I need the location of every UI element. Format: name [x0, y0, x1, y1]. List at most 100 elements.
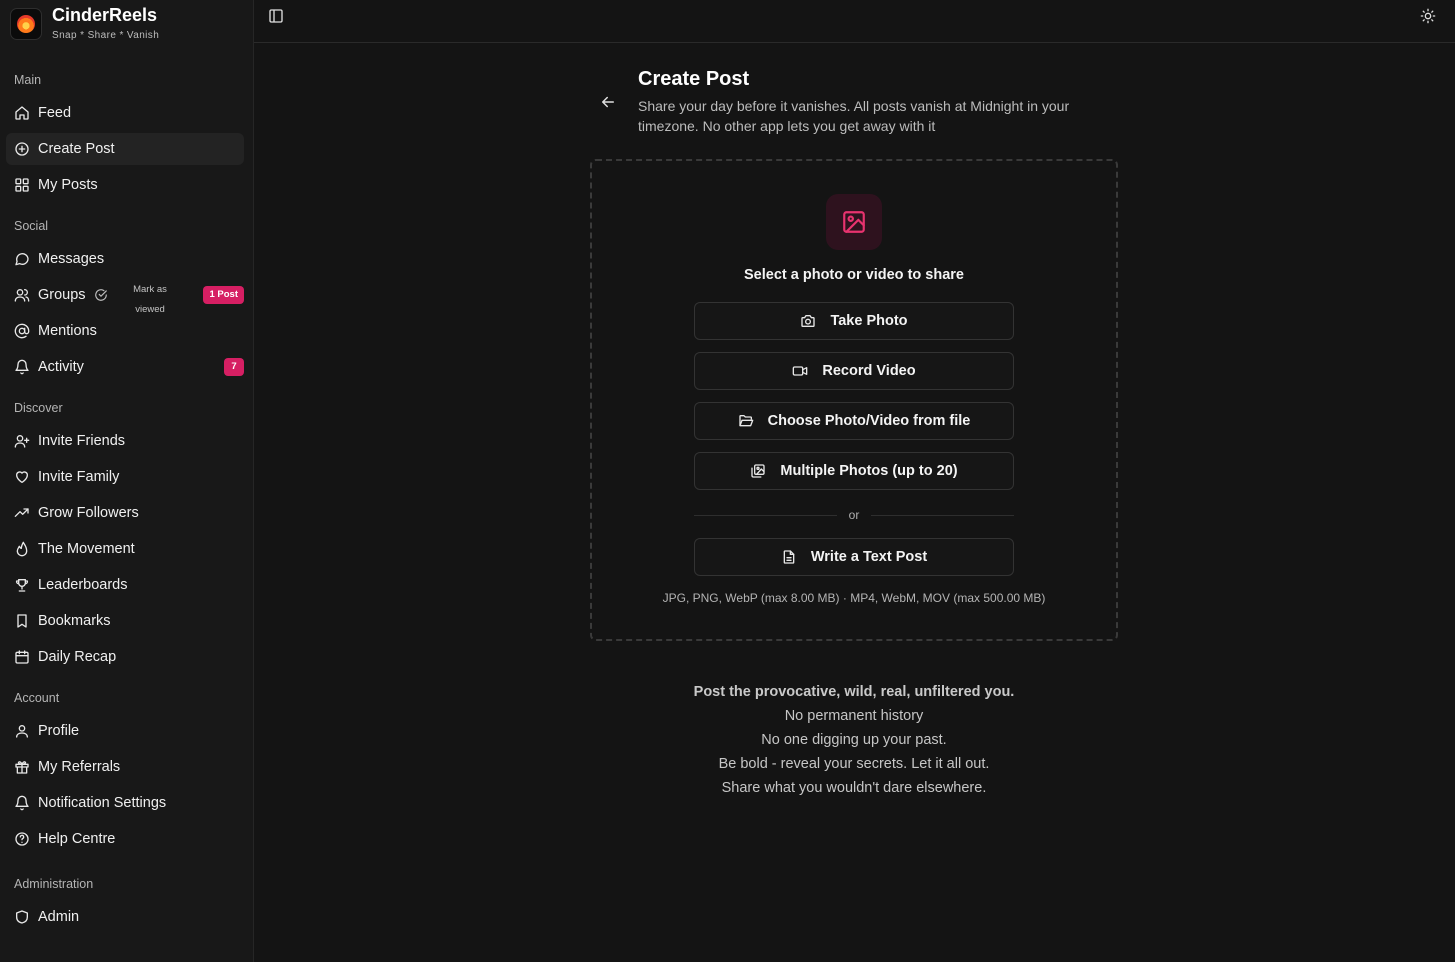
motto-line: No permanent history	[784, 708, 924, 724]
section-label-administration: Administration	[14, 877, 94, 891]
home-icon	[14, 105, 30, 121]
file-text-icon	[781, 549, 797, 565]
section-label-discover: Discover	[14, 401, 63, 415]
sidebar-item-my-posts[interactable]: My Posts	[6, 169, 244, 201]
multiple-photos-button[interactable]: Multiple Photos (up to 20)	[694, 452, 1014, 490]
button-label: Multiple Photos (up to 20)	[780, 463, 958, 479]
app-tagline: Snap * Share * Vanish	[52, 30, 160, 41]
upload-dropzone[interactable]: Select a photo or video to share Take Ph…	[590, 159, 1118, 641]
flame-icon	[14, 541, 30, 557]
check-circle-icon[interactable]	[94, 288, 108, 302]
supported-formats: JPG, PNG, WebP (max 8.00 MB) · MP4, WebM…	[662, 591, 1046, 605]
shield-icon	[14, 909, 30, 925]
section-label-account: Account	[14, 691, 60, 705]
user-plus-icon	[14, 433, 30, 449]
button-label: Choose Photo/Video from file	[767, 413, 971, 429]
take-photo-button[interactable]: Take Photo	[694, 302, 1014, 340]
sidebar-item-label: Bookmarks	[38, 613, 111, 629]
sidebar-item-label: Invite Family	[38, 469, 120, 485]
app-name: CinderReels	[52, 5, 158, 25]
page-subtitle: Share your day before it vanishes. All p…	[638, 98, 1070, 134]
sidebar-item-invite-family[interactable]: Invite Family	[6, 461, 244, 493]
brand[interactable]: CinderReels Snap * Share * Vanish	[10, 5, 160, 44]
message-circle-icon	[14, 251, 30, 267]
sidebar-item-label: The Movement	[38, 541, 135, 557]
page-title: Create Post	[638, 68, 750, 90]
write-text-post-button[interactable]: Write a Text Post	[694, 538, 1014, 576]
user-icon	[14, 723, 30, 739]
sidebar-item-admin[interactable]: Admin	[6, 901, 244, 933]
sidebar-item-mentions[interactable]: Mentions	[6, 315, 244, 347]
heart-icon	[14, 469, 30, 485]
main-content: Create Post Share your day before it van…	[254, 43, 1455, 962]
app-logo	[10, 8, 42, 40]
motto-line: Be bold - reveal your secrets. Let it al…	[718, 756, 990, 772]
sidebar-item-create-post[interactable]: Create Post	[6, 133, 244, 165]
sun-icon[interactable]	[1420, 8, 1436, 24]
sidebar-item-label: My Posts	[38, 177, 98, 193]
sidebar-item-bookmarks[interactable]: Bookmarks	[6, 605, 244, 637]
sidebar-item-label: Leaderboards	[38, 577, 128, 593]
trending-up-icon	[14, 505, 30, 521]
motto-section: Post the provocative, wild, real, unfilt…	[590, 680, 1118, 800]
sidebar-item-label: Profile	[38, 723, 80, 739]
sidebar-item-label: Feed	[38, 105, 72, 121]
sidebar-toggle-icon[interactable]	[268, 8, 284, 24]
record-video-button[interactable]: Record Video	[694, 352, 1014, 390]
upload-prompt: Select a photo or video to share	[744, 267, 964, 283]
motto-line: Share what you wouldn't dare elsewhere.	[721, 780, 987, 796]
trophy-icon	[14, 577, 30, 593]
mark-as-viewed-link[interactable]: Mark as viewed	[128, 280, 172, 320]
sidebar-item-label: Mentions	[38, 323, 97, 339]
sidebar-item-label: Messages	[38, 251, 105, 267]
folder-open-icon	[738, 413, 754, 429]
motto-lead: Post the provocative, wild, real, unfilt…	[693, 684, 1015, 700]
bell-icon	[14, 795, 30, 811]
help-circle-icon	[14, 831, 30, 847]
sidebar-item-activity[interactable]: Activity 7	[6, 351, 244, 383]
at-sign-icon	[14, 323, 30, 339]
sidebar-item-label: Daily Recap	[38, 649, 117, 665]
video-icon	[792, 363, 808, 379]
flame-icon	[17, 15, 35, 33]
arrow-left-icon[interactable]	[599, 93, 617, 111]
users-icon	[14, 287, 30, 303]
section-label-main: Main	[14, 73, 42, 87]
grid-icon	[14, 177, 30, 193]
motto-line: No one digging up your past.	[761, 732, 947, 748]
sidebar-item-profile[interactable]: Profile	[6, 715, 244, 747]
sidebar-item-label: Groups	[38, 287, 86, 303]
sidebar-item-invite-friends[interactable]: Invite Friends	[6, 425, 244, 457]
sidebar-item-label: Create Post	[38, 141, 115, 157]
sidebar-item-grow-followers[interactable]: Grow Followers	[6, 497, 244, 529]
camera-icon	[800, 313, 816, 329]
choose-file-button[interactable]: Choose Photo/Video from file	[694, 402, 1014, 440]
calendar-icon	[14, 649, 30, 665]
sidebar-item-label: Notification Settings	[38, 795, 167, 811]
sidebar-item-messages[interactable]: Messages	[6, 243, 244, 275]
sidebar-item-label: My Referrals	[38, 759, 121, 775]
sidebar-item-help-centre[interactable]: Help Centre	[6, 823, 244, 855]
button-label: Write a Text Post	[810, 549, 928, 565]
sidebar-item-the-movement[interactable]: The Movement	[6, 533, 244, 565]
sidebar-item-leaderboards[interactable]: Leaderboards	[6, 569, 244, 601]
button-label: Record Video	[822, 363, 916, 379]
plus-circle-icon	[14, 141, 30, 157]
bookmark-icon	[14, 613, 30, 629]
sidebar-item-groups[interactable]: Groups Mark as viewed 1 Post	[6, 279, 244, 315]
sidebar-item-label: Grow Followers	[38, 505, 139, 521]
image-icon	[826, 194, 882, 250]
sidebar-item-notification-settings[interactable]: Notification Settings	[6, 787, 244, 819]
sidebar: CinderReels Snap * Share * Vanish Main F…	[0, 0, 254, 962]
sidebar-item-my-referrals[interactable]: My Referrals	[6, 751, 244, 783]
or-divider: or	[694, 505, 1015, 525]
button-label: Take Photo	[830, 313, 908, 329]
images-icon	[750, 463, 766, 479]
sidebar-item-daily-recap[interactable]: Daily Recap	[6, 641, 244, 673]
sidebar-item-feed[interactable]: Feed	[6, 97, 244, 129]
bell-icon	[14, 359, 30, 375]
groups-new-post-badge: 1 Post	[203, 286, 244, 304]
or-label: or	[848, 508, 860, 522]
sidebar-item-label: Help Centre	[38, 831, 116, 847]
gift-icon	[14, 759, 30, 775]
